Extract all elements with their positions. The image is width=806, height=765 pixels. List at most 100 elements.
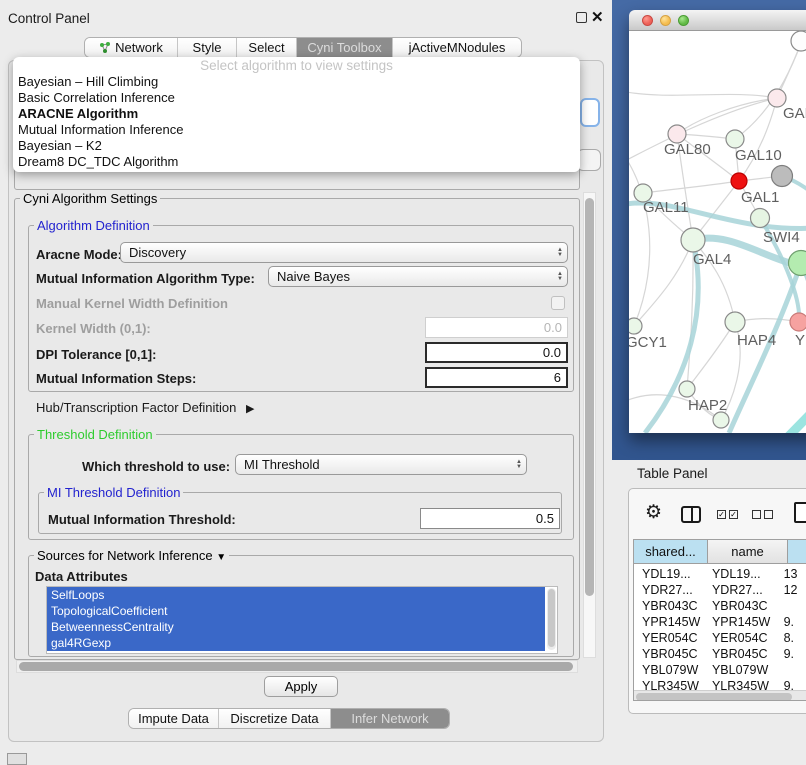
hidden-combo-fragment — [580, 98, 600, 127]
node-label: GAL4 — [693, 251, 731, 268]
node-label: SWI4 — [763, 229, 800, 246]
network-canvas[interactable]: GAL GAL80 GAL10 GAL1 GAL11 SWI4 GAL4 GCY… — [629, 31, 806, 433]
mi-steps-label: Mutual Information Steps: — [36, 371, 196, 386]
mi-threshold-field[interactable]: 0.5 — [420, 508, 560, 529]
close-traffic-light-icon[interactable] — [642, 15, 653, 26]
column-header-partial[interactable] — [788, 540, 806, 563]
tab-select[interactable]: Select — [237, 38, 297, 57]
node-gal1-selected[interactable] — [731, 173, 747, 189]
mi-type-label: Mutual Information Algorithm Type: — [36, 271, 255, 286]
tab-jactivemnodules[interactable]: jActiveMNodules — [393, 38, 521, 57]
tab-network[interactable]: Network — [85, 38, 178, 57]
dropdown-item[interactable]: Dream8 DC_TDC Algorithm — [13, 154, 580, 170]
network-window[interactable]: GAL GAL80 GAL10 GAL1 GAL11 SWI4 GAL4 GCY… — [629, 10, 806, 433]
algorithm-dropdown: Select algorithm to view settings Bayesi… — [13, 57, 580, 172]
table-hscrollbar-thumb[interactable] — [636, 693, 792, 701]
node-label: GAL11 — [643, 199, 689, 216]
mi-type-combo[interactable]: Naive Bayes ▲▼ — [268, 266, 568, 287]
dropdown-item-aracne[interactable]: ARACNE Algorithm — [13, 106, 580, 122]
table-row[interactable]: YBL079WYBL079W — [634, 662, 806, 678]
table-row[interactable]: YBR045CYBR045C9. — [634, 646, 806, 662]
node-swi4[interactable] — [751, 209, 770, 228]
dropdown-item[interactable]: Bayesian – Hill Climbing — [13, 74, 580, 90]
table-row[interactable]: YDR27...YDR27...12 — [634, 582, 806, 598]
table-panel-title: Table Panel — [637, 466, 708, 481]
aracne-mode-value: Discovery — [129, 245, 186, 260]
columns-icon[interactable] — [681, 506, 701, 523]
stepper-icon: ▲▼ — [557, 272, 563, 282]
list-item[interactable]: SelfLoops — [47, 587, 545, 603]
table-hscrollbar[interactable] — [634, 690, 806, 701]
node-hap2[interactable] — [679, 381, 695, 397]
list-scrollbar-thumb[interactable] — [548, 589, 555, 647]
node-green-right[interactable] — [789, 251, 806, 276]
panel-corner-button[interactable] — [7, 753, 27, 765]
dropdown-item[interactable]: Basic Correlation Inference — [13, 90, 580, 106]
minimize-traffic-light-icon[interactable] — [660, 15, 671, 26]
node-salmon-right[interactable] — [790, 313, 806, 331]
dropdown-item[interactable]: Bayesian – K2 — [13, 138, 580, 154]
dropdown-item[interactable]: Mutual Information Inference — [13, 122, 580, 138]
table-row[interactable]: YPR145WYPR145W9. — [634, 614, 806, 630]
list-scrollbar[interactable] — [547, 588, 556, 650]
dpi-tolerance-field[interactable]: 0.0 — [425, 342, 568, 363]
table-row[interactable]: YBR043CYBR043C — [634, 598, 806, 614]
kernel-width-field[interactable]: 0.0 — [425, 317, 568, 338]
tab-discretize-data[interactable]: Discretize Data — [219, 709, 331, 728]
node-gcy1[interactable] — [629, 318, 642, 334]
node-table: shared... name YDL19...YDL19...13 YDR27.… — [633, 539, 806, 701]
stepper-icon: ▲▼ — [557, 248, 563, 258]
deselect-all-checks-icon[interactable] — [752, 510, 773, 519]
node-gray[interactable] — [772, 166, 793, 187]
panel-title: Control Panel — [8, 11, 90, 26]
table-panel-card: ⚙ ✓ ✓ shared... name YDL19...YDL19...13 … — [628, 488, 806, 714]
list-item[interactable]: TopologicalCoefficient — [47, 603, 545, 619]
new-table-icon[interactable] — [794, 502, 806, 523]
tab-style[interactable]: Style — [178, 38, 237, 57]
algorithm-definition-title: Algorithm Definition — [34, 219, 153, 233]
mi-steps-field[interactable]: 6 — [425, 367, 568, 388]
which-threshold-label: Which threshold to use: — [82, 459, 230, 474]
stepper-icon: ▲▼ — [516, 460, 522, 470]
aracne-mode-combo[interactable]: Discovery ▲▼ — [120, 242, 568, 263]
manual-kernel-label: Manual Kernel Width Definition — [36, 296, 228, 311]
zoom-traffic-light-icon[interactable] — [678, 15, 689, 26]
tab-cyni-toolbox[interactable]: Cyni Toolbox — [297, 38, 393, 57]
settings-vscrollbar-thumb[interactable] — [585, 198, 594, 596]
which-threshold-combo[interactable]: MI Threshold ▲▼ — [235, 454, 527, 475]
hidden-button-fragment — [577, 149, 601, 171]
data-attributes-label: Data Attributes — [35, 569, 128, 584]
list-item[interactable]: gal4RGexp — [47, 635, 545, 651]
settings-hscrollbar-thumb[interactable] — [19, 662, 573, 671]
list-item[interactable]: BetweennessCentrality — [47, 619, 545, 635]
column-header-shared[interactable]: shared... — [634, 540, 708, 563]
node-label: GAL10 — [735, 147, 782, 164]
manual-kernel-checkbox[interactable] — [551, 296, 565, 310]
node-unlabeled[interactable] — [791, 31, 806, 51]
float-icon[interactable] — [576, 12, 587, 23]
node-hap4[interactable] — [725, 312, 745, 332]
close-icon[interactable]: ✕ — [591, 8, 604, 26]
hub-definition-toggle[interactable]: Hub/Transcription Factor Definition ▶ — [36, 400, 254, 415]
apply-button[interactable]: Apply — [264, 676, 338, 697]
column-header-name[interactable]: name — [708, 540, 788, 563]
node-label: Y — [795, 332, 805, 349]
tab-impute-data[interactable]: Impute Data — [129, 709, 219, 728]
node-gal10[interactable] — [726, 130, 744, 148]
node-gal4[interactable] — [681, 228, 705, 252]
tab-infer-network[interactable]: Infer Network — [331, 709, 449, 728]
gear-icon[interactable]: ⚙ — [645, 503, 662, 522]
settings-vscrollbar[interactable] — [583, 192, 596, 658]
network-window-titlebar[interactable] — [629, 10, 806, 31]
mi-type-value: Naive Bayes — [277, 269, 350, 284]
table-row[interactable]: YDL19...YDL19...13 — [634, 566, 806, 582]
sources-toggle[interactable]: Sources for Network Inference ▼ — [34, 549, 229, 565]
node-label: GAL1 — [741, 189, 779, 206]
table-row[interactable]: YER054CYER054C8. — [634, 630, 806, 646]
node-label: HAP4 — [737, 332, 776, 349]
node-bottom-green[interactable] — [713, 412, 729, 428]
select-all-checks-icon[interactable]: ✓ ✓ — [717, 510, 738, 519]
node-label: GAL80 — [664, 141, 711, 158]
settings-hscrollbar[interactable] — [16, 660, 578, 673]
attributes-list: SelfLoops TopologicalCoefficient Between… — [46, 586, 558, 654]
